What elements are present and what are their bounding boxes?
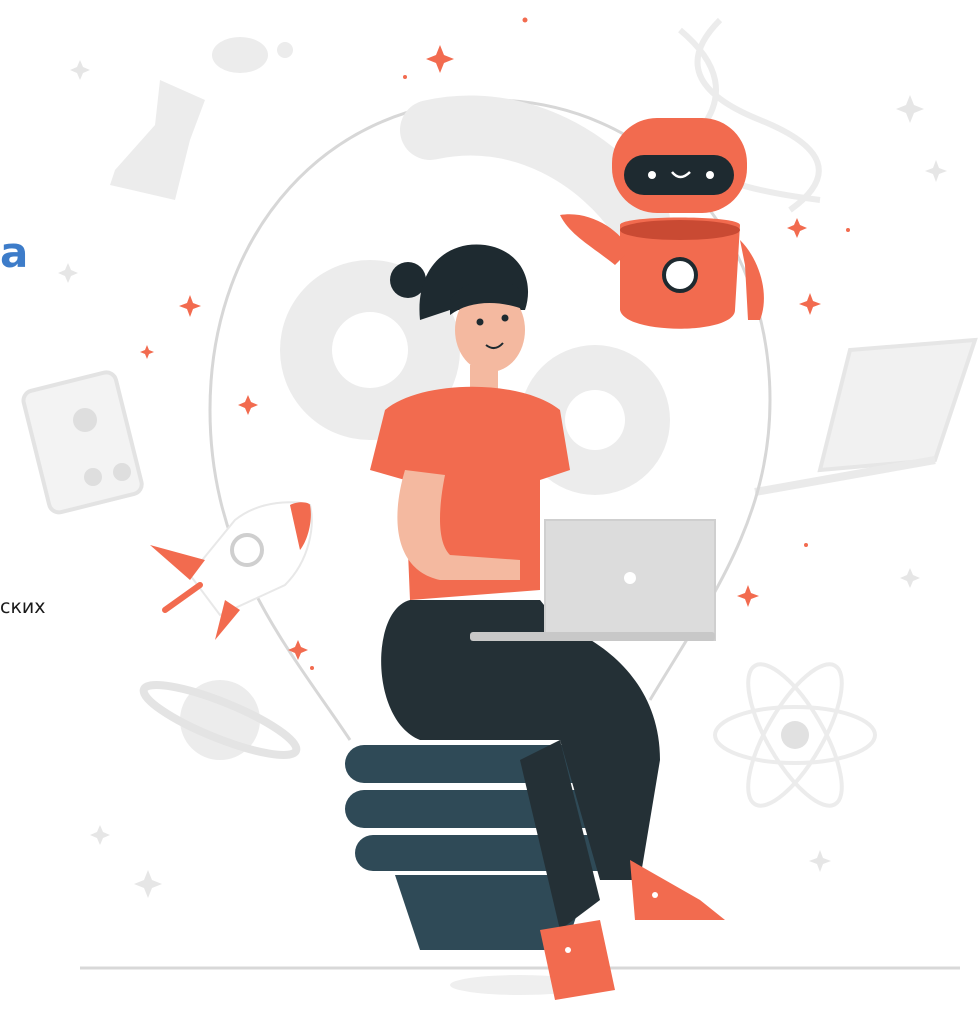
planet-icon bbox=[139, 680, 301, 760]
flask-icon bbox=[110, 37, 293, 200]
laptop-icon bbox=[754, 337, 978, 496]
illustration bbox=[21, 17, 978, 1000]
rocket-icon bbox=[150, 501, 313, 640]
atom-icon bbox=[713, 662, 877, 808]
phone-icon bbox=[21, 370, 144, 515]
